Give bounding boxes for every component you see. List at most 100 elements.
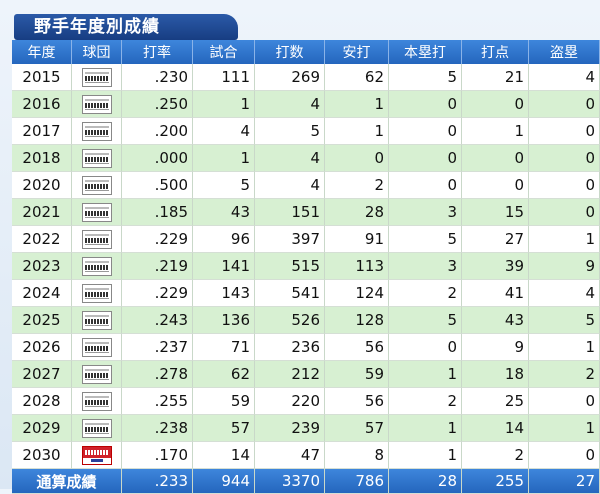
hits-cell: 28 <box>325 199 389 226</box>
table-row[interactable]: 2020.500 5 4 2 0 0 0 <box>12 172 600 199</box>
table-row[interactable]: 2026 .237 71 236 56 0 9 1 <box>12 334 600 361</box>
col-rbi-header: 打点 <box>462 40 529 64</box>
homeruns-cell: 0 <box>389 172 462 199</box>
hits-cell: 1 <box>325 118 389 145</box>
homeruns-cell: 5 <box>389 64 462 91</box>
team-cell <box>72 91 122 118</box>
year-cell: 2023 <box>12 253 72 280</box>
col-atbats-header: 打数 <box>255 40 325 64</box>
atbats-cell: 515 <box>255 253 325 280</box>
col-avg-header: 打率 <box>122 40 193 64</box>
table-row[interactable]: 2016.250 1 4 1 0 0 0 <box>12 91 600 118</box>
steals-cell: 0 <box>529 118 600 145</box>
games-cell: 1 <box>193 145 255 172</box>
atbats-cell: 151 <box>255 199 325 226</box>
hits-cell: 128 <box>325 307 389 334</box>
total-hits: 786 <box>325 469 389 494</box>
avg-cell: .500 <box>122 172 193 199</box>
rbi-cell: 0 <box>462 91 529 118</box>
avg-cell: .185 <box>122 199 193 226</box>
team-cell <box>72 118 122 145</box>
total-row: 通算成績 .233 944 3370 786 28 255 27 <box>12 469 600 494</box>
table-row[interactable]: 2025.243 136 526 128 5 43 5 <box>12 307 600 334</box>
atbats-cell: 239 <box>255 415 325 442</box>
games-cell: 136 <box>193 307 255 334</box>
avg-cell: .000 <box>122 145 193 172</box>
games-cell: 59 <box>193 388 255 415</box>
table-row[interactable]: 2023 .219 141 515 113 3 39 9 <box>12 253 600 280</box>
page-title: 野手年度別成績 <box>14 14 238 40</box>
atbats-cell: 47 <box>255 442 325 469</box>
hits-cell: 56 <box>325 334 389 361</box>
games-cell: 111 <box>193 64 255 91</box>
atbats-cell: 526 <box>255 307 325 334</box>
year-cell: 2018 <box>12 145 72 172</box>
hits-cell: 62 <box>325 64 389 91</box>
year-cell: 2026 <box>12 334 72 361</box>
rbi-cell: 27 <box>462 226 529 253</box>
table-row[interactable]: 2029.238 57 239 57 1 14 1 <box>12 415 600 442</box>
games-cell: 143 <box>193 280 255 307</box>
avg-cell: .200 <box>122 118 193 145</box>
rbi-cell: 0 <box>462 172 529 199</box>
avg-cell: .230 <box>122 64 193 91</box>
marines-logo-icon <box>81 229 112 249</box>
marines-logo-icon <box>81 283 112 303</box>
total-avg: .233 <box>122 469 193 494</box>
year-cell: 2028 <box>12 388 72 415</box>
atbats-cell: 4 <box>255 91 325 118</box>
year-cell: 2015 <box>12 64 72 91</box>
table-row[interactable]: 2030 .170 14 47 8 1 2 0 <box>12 442 600 469</box>
rbi-cell: 43 <box>462 307 529 334</box>
year-cell: 2025 <box>12 307 72 334</box>
table-row[interactable]: 2018.000 1 4 0 0 0 0 <box>12 145 600 172</box>
rbi-cell: 41 <box>462 280 529 307</box>
atbats-cell: 4 <box>255 172 325 199</box>
steals-cell: 1 <box>529 415 600 442</box>
rbi-cell: 2 <box>462 442 529 469</box>
total-rbi: 255 <box>462 469 529 494</box>
hits-cell: 2 <box>325 172 389 199</box>
homeruns-cell: 0 <box>389 334 462 361</box>
table-row[interactable]: 2022 .229 96 397 91 5 27 1 <box>12 226 600 253</box>
team-cell <box>72 442 122 469</box>
games-cell: 57 <box>193 415 255 442</box>
hits-cell: 0 <box>325 145 389 172</box>
year-cell: 2021 <box>12 199 72 226</box>
avg-cell: .229 <box>122 226 193 253</box>
homeruns-cell: 3 <box>389 253 462 280</box>
rbi-cell: 0 <box>462 145 529 172</box>
table-row[interactable]: 2027 .278 62 212 59 1 18 2 <box>12 361 600 388</box>
atbats-cell: 212 <box>255 361 325 388</box>
team-cell <box>72 361 122 388</box>
games-cell: 4 <box>193 118 255 145</box>
avg-cell: .229 <box>122 280 193 307</box>
marines-logo-icon <box>81 364 112 384</box>
avg-cell: .219 <box>122 253 193 280</box>
games-cell: 43 <box>193 199 255 226</box>
table-row[interactable]: 2017.200 4 5 1 0 1 0 <box>12 118 600 145</box>
avg-cell: .250 <box>122 91 193 118</box>
year-cell: 2022 <box>12 226 72 253</box>
table-row[interactable]: 2015 .230 111 269 62 5 21 4 <box>12 64 600 91</box>
atbats-cell: 541 <box>255 280 325 307</box>
year-cell: 2030 <box>12 442 72 469</box>
total-label: 通算成績 <box>12 469 122 494</box>
table-row[interactable]: 2024 .229 143 541 124 2 41 4 <box>12 280 600 307</box>
team-cell <box>72 64 122 91</box>
atbats-cell: 236 <box>255 334 325 361</box>
hits-cell: 56 <box>325 388 389 415</box>
team-cell <box>72 253 122 280</box>
col-year-header: 年度 <box>12 40 72 64</box>
steals-cell: 5 <box>529 307 600 334</box>
games-cell: 71 <box>193 334 255 361</box>
homeruns-cell: 0 <box>389 118 462 145</box>
avg-cell: .278 <box>122 361 193 388</box>
homeruns-cell: 1 <box>389 442 462 469</box>
table-row[interactable]: 2021 .185 43 151 28 3 15 0 <box>12 199 600 226</box>
avg-cell: .238 <box>122 415 193 442</box>
table-row[interactable]: 2028 .255 59 220 56 2 25 0 <box>12 388 600 415</box>
col-games-header: 試合 <box>193 40 255 64</box>
homeruns-cell: 0 <box>389 91 462 118</box>
steals-cell: 1 <box>529 334 600 361</box>
